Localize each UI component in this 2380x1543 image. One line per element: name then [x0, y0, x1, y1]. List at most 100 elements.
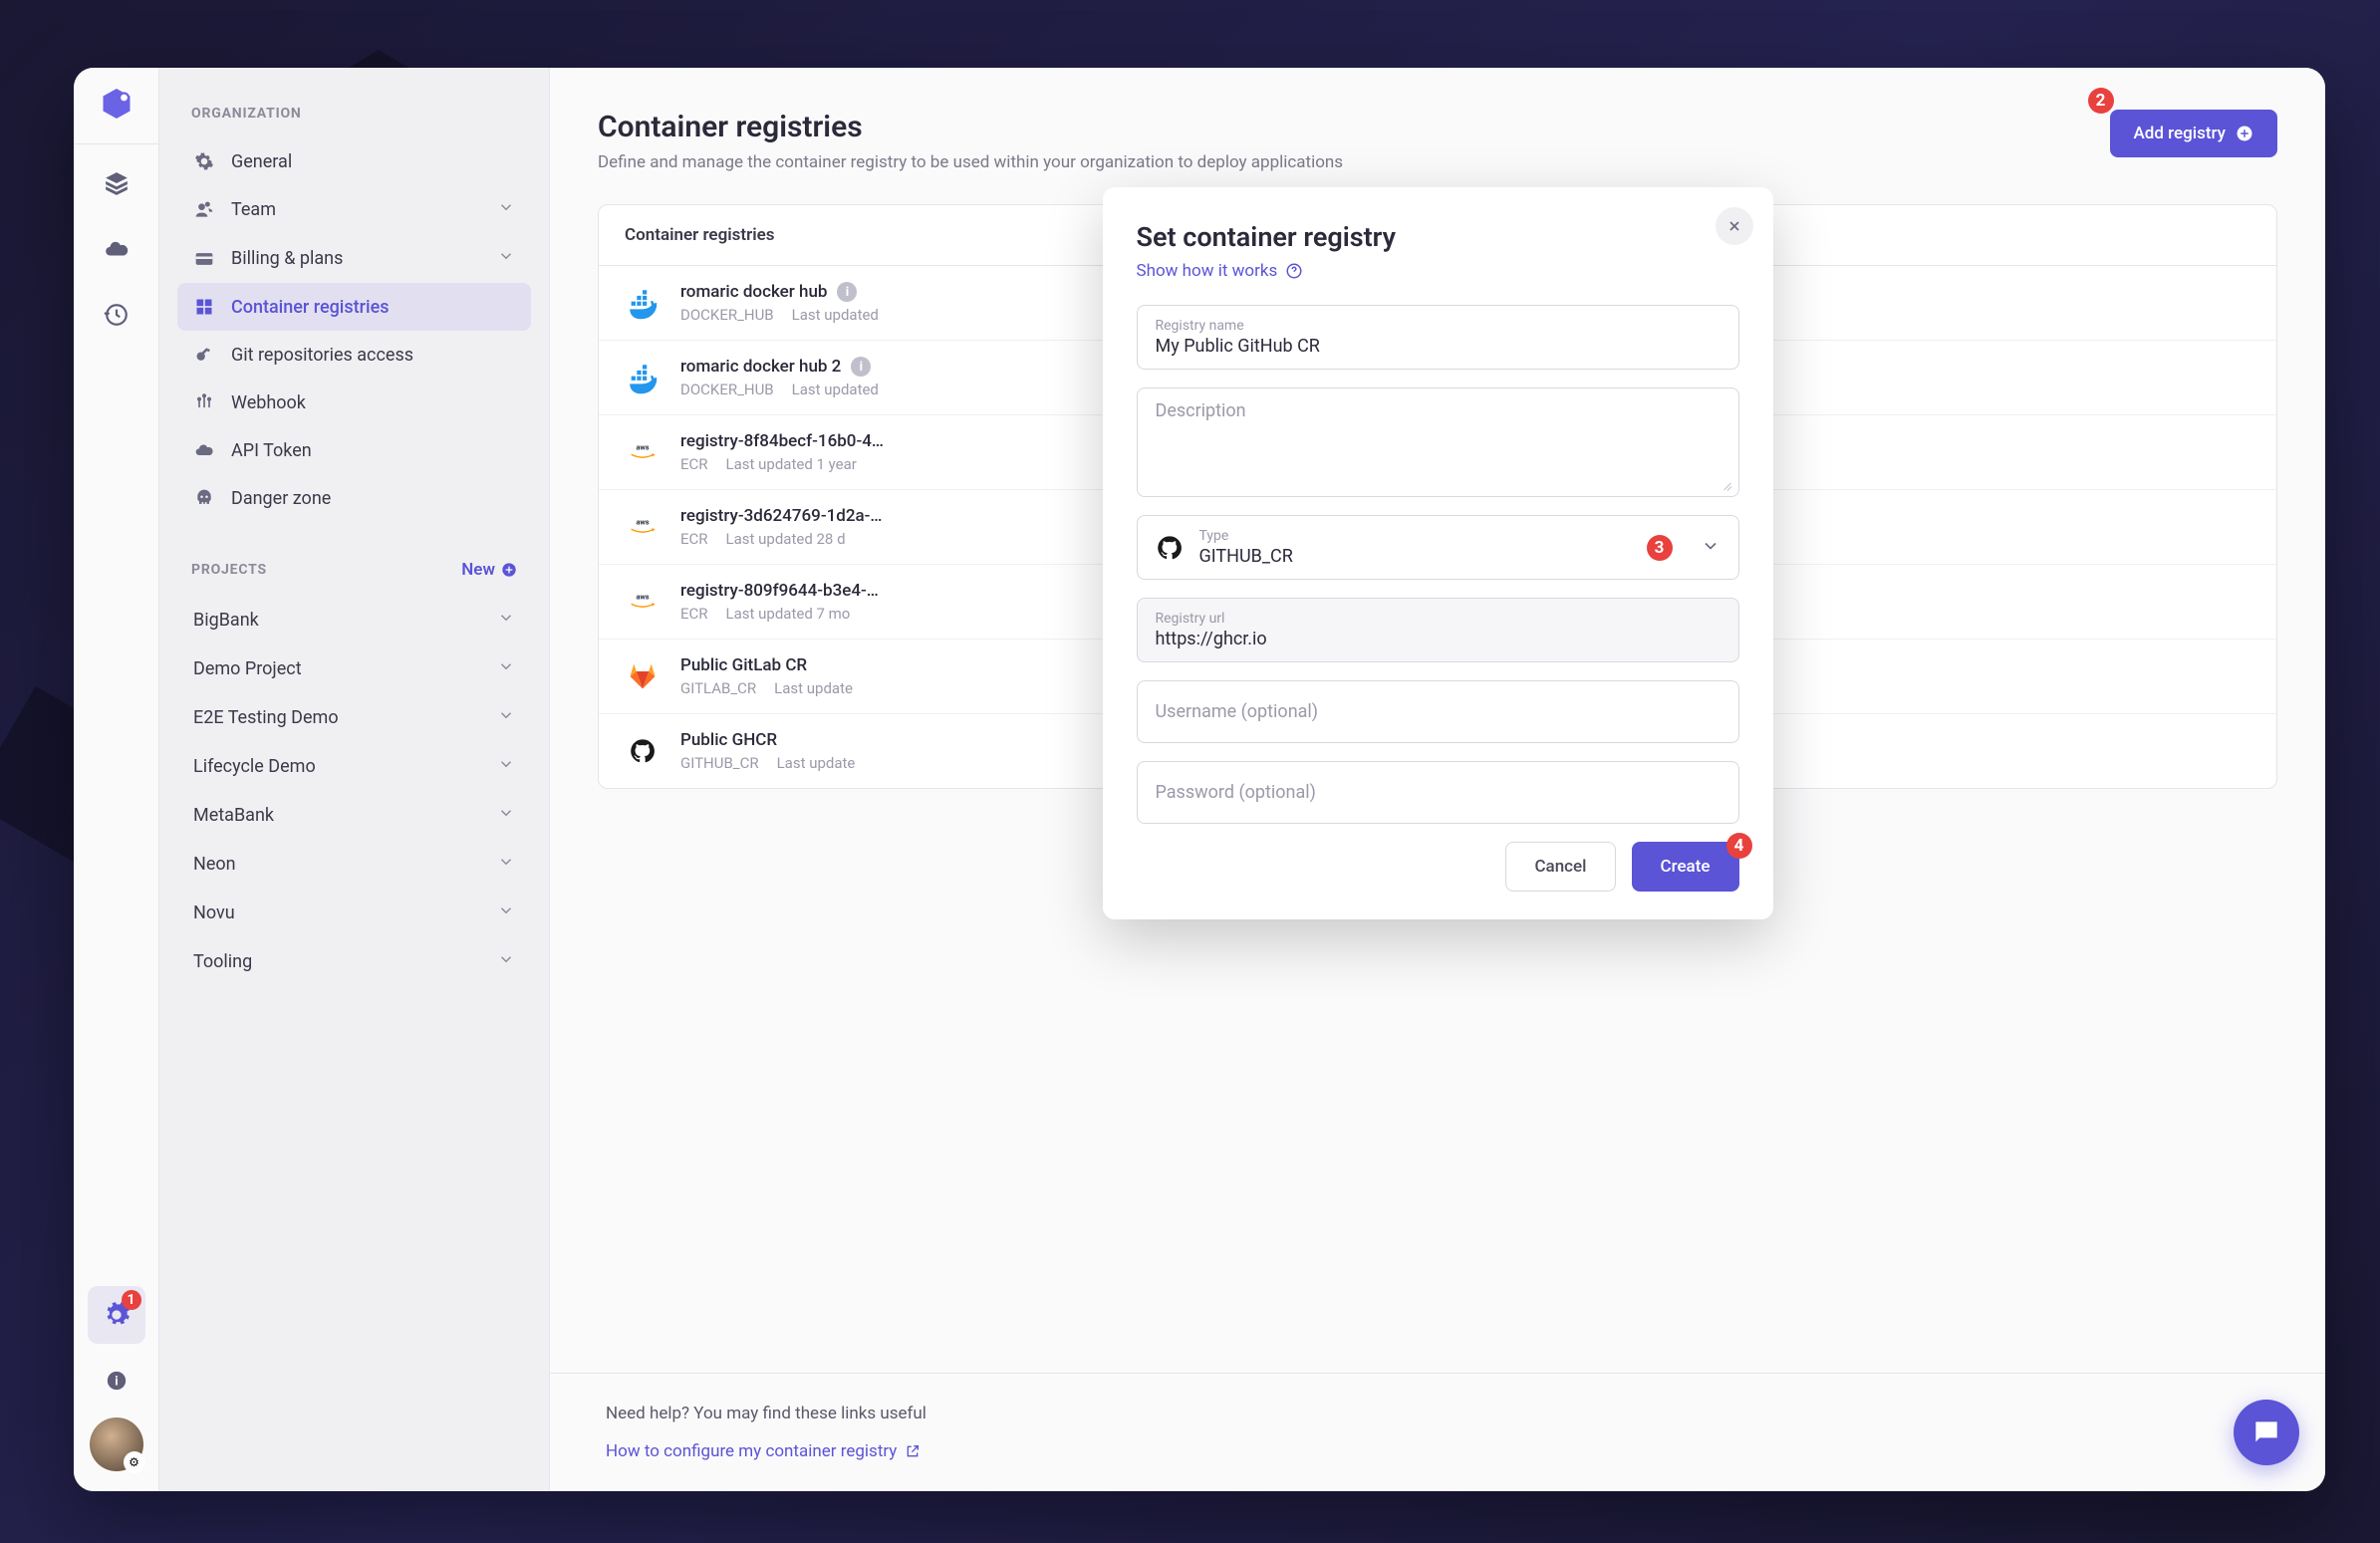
add-registry-label: Add registry [2134, 124, 2226, 143]
app-frame: 1 i ⚙ ORGANIZATION General Team Billing & … [74, 68, 2325, 1491]
sidebar-item-label: Danger zone [231, 488, 515, 509]
password-input[interactable] [1156, 782, 1720, 803]
registry-url-label: Registry url [1156, 611, 1720, 627]
content-footer: Need help? You may find these links usef… [550, 1373, 2325, 1491]
project-label: Neon [193, 854, 481, 875]
username-field[interactable] [1137, 680, 1739, 743]
create-button[interactable]: Create 4 [1632, 842, 1739, 892]
project-item[interactable]: BigBank [177, 596, 531, 644]
aws-icon: aws [625, 584, 661, 620]
password-field[interactable] [1137, 761, 1739, 824]
modal-how-link[interactable]: Show how it works [1137, 261, 1304, 281]
svg-text:aws: aws [636, 443, 649, 452]
add-registry-button[interactable]: 2 Add registry [2110, 110, 2277, 157]
content: Container registries Define and manage t… [550, 68, 2325, 1491]
description-input[interactable] [1156, 400, 1720, 484]
sidebar-item-general[interactable]: General [177, 137, 531, 185]
footer-help-text: Need help? You may find these links usef… [606, 1404, 2269, 1423]
registry-icon [193, 296, 215, 318]
type-value: GITHUB_CR [1199, 546, 1631, 567]
app-logo[interactable] [95, 82, 138, 126]
sidebar-item-webhook[interactable]: Webhook [177, 379, 531, 426]
svg-text:i: i [115, 1375, 118, 1390]
info-icon: i [851, 357, 871, 377]
sidebar-item-danger-zone[interactable]: Danger zone [177, 474, 531, 522]
sidebar-item-api-token[interactable]: API Token [177, 426, 531, 474]
close-icon [1726, 218, 1742, 234]
plus-circle-icon [501, 562, 517, 578]
team-icon [193, 199, 215, 221]
aws-icon: aws [625, 434, 661, 470]
resize-handle-icon[interactable] [1720, 478, 1732, 490]
project-item[interactable]: Demo Project [177, 644, 531, 693]
chevron-down-icon [497, 247, 515, 270]
sidebar-item-team[interactable]: Team [177, 185, 531, 234]
sidebar-item-label: Team [231, 199, 481, 220]
avatar-org-icon: ⚙ [124, 1451, 145, 1473]
sidebar-item-label: Container registries [231, 297, 515, 318]
chevron-down-icon [497, 198, 515, 221]
project-label: MetaBank [193, 805, 481, 826]
registry-name-label: Registry name [1156, 318, 1720, 334]
sidebar-item-billing-plans[interactable]: Billing & plans [177, 234, 531, 283]
chevron-down-icon [497, 657, 515, 680]
modal-title: Set container registry [1137, 221, 1739, 253]
registry-url-field: Registry url [1137, 598, 1739, 662]
chevron-down-icon [497, 901, 515, 924]
chevron-down-icon [1701, 536, 1720, 560]
footer-help-link[interactable]: How to configure my container registry [606, 1441, 921, 1461]
rail-settings[interactable]: 1 [88, 1286, 145, 1344]
sidebar-org-label: ORGANIZATION [177, 98, 531, 129]
gitlab-icon [625, 658, 661, 694]
project-item[interactable]: E2E Testing Demo [177, 693, 531, 742]
project-item[interactable]: Tooling [177, 937, 531, 986]
chat-launcher[interactable] [2234, 1400, 2299, 1465]
sidebar-item-label: API Token [231, 440, 515, 461]
registry-name-input[interactable] [1156, 336, 1720, 357]
annotation-badge-3: 3 [1647, 535, 1673, 561]
sidebar-projects-label: PROJECTS [191, 562, 267, 578]
rail-layers[interactable] [88, 154, 145, 212]
project-item[interactable]: Novu [177, 889, 531, 937]
modal-close-button[interactable] [1716, 207, 1753, 245]
description-field[interactable] [1137, 387, 1739, 497]
plus-circle-icon [2236, 125, 2253, 142]
footer-help-link-label: How to configure my container registry [606, 1441, 897, 1461]
sidebar-new-project[interactable]: New [461, 560, 517, 580]
type-label: Type [1199, 528, 1631, 544]
annotation-badge-2: 2 [2088, 88, 2114, 114]
gear-icon [193, 150, 215, 172]
github-icon [625, 733, 661, 769]
external-link-icon [905, 1443, 921, 1459]
chevron-down-icon [497, 609, 515, 632]
cancel-button[interactable]: Cancel [1505, 842, 1615, 892]
project-label: BigBank [193, 610, 481, 631]
chevron-down-icon [497, 755, 515, 778]
username-input[interactable] [1156, 701, 1720, 722]
create-label: Create [1661, 857, 1711, 877]
svg-text:aws: aws [636, 593, 649, 602]
project-item[interactable]: MetaBank [177, 791, 531, 840]
project-item[interactable]: Lifecycle Demo [177, 742, 531, 791]
chevron-down-icon [497, 804, 515, 827]
key-icon [193, 344, 215, 366]
sidebar-item-container-registries[interactable]: Container registries [177, 283, 531, 331]
sidebar-new-label: New [461, 560, 495, 580]
rail-settings-badge: 1 [122, 1290, 141, 1310]
project-label: Tooling [193, 951, 481, 972]
type-select[interactable]: Type GITHUB_CR 3 [1137, 515, 1739, 580]
rail-history[interactable] [88, 286, 145, 344]
chevron-down-icon [497, 706, 515, 729]
project-item[interactable]: Neon [177, 840, 531, 889]
sidebar-item-git-repositories-access[interactable]: Git repositories access [177, 331, 531, 379]
rail-cloud[interactable] [88, 220, 145, 278]
aws-icon: aws [625, 509, 661, 545]
set-registry-modal: Set container registry Show how it works… [1103, 187, 1773, 919]
cloud-icon [193, 439, 215, 461]
user-avatar[interactable]: ⚙ [90, 1417, 143, 1471]
svg-text:aws: aws [636, 518, 649, 527]
registry-name-field[interactable]: Registry name [1137, 305, 1739, 370]
rail-info[interactable]: i [88, 1352, 145, 1410]
sidebar-item-label: Git repositories access [231, 345, 515, 366]
help-circle-icon [1285, 262, 1303, 280]
